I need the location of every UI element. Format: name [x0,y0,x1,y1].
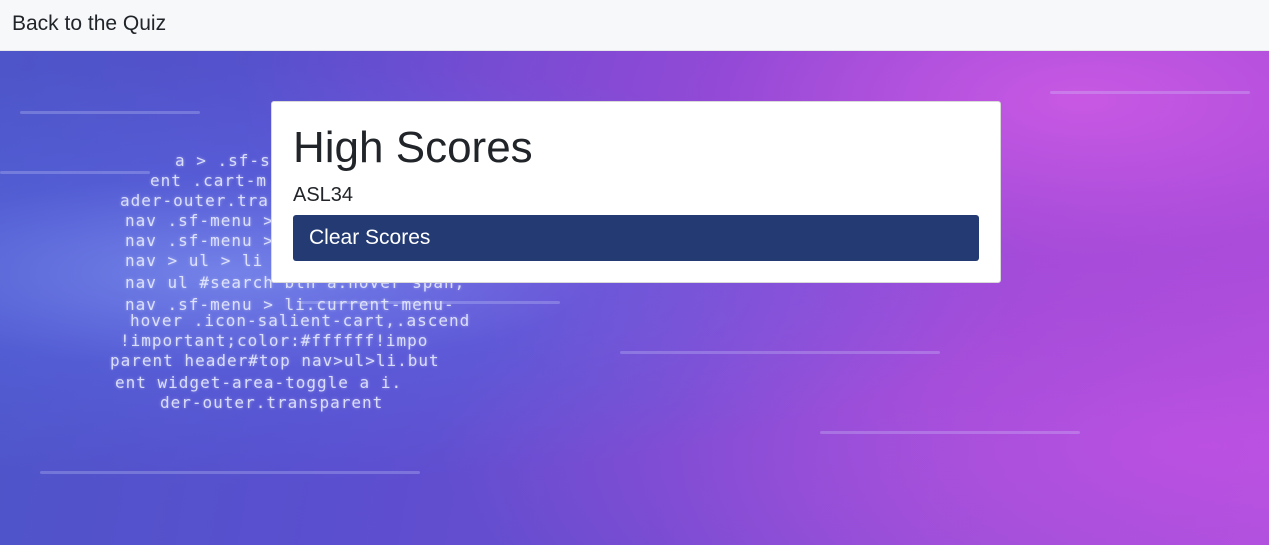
code-line: parent header#top nav>ul>li.but [110,351,440,370]
code-line: ader-outer.tra [120,191,269,210]
code-line: !important;color:#ffffff!impo [120,331,429,350]
code-line: nav .sf-menu > [125,211,274,230]
score-entry: ASL34 [293,184,354,206]
high-scores-card: High Scores ASL34 Clear Scores [271,101,1001,283]
code-line: nav > ul > li [125,251,264,270]
blur-streak [1050,91,1250,94]
blur-streak [820,431,1080,434]
back-to-quiz-link[interactable]: Back to the Quiz [12,12,166,36]
blur-streak [40,471,420,474]
top-navbar: Back to the Quiz [0,0,1269,51]
code-line: hover .icon-salient-cart,.ascend [130,311,471,330]
code-line: nav .sf-menu > [125,231,274,250]
blur-streak [620,351,940,354]
blur-streak [0,171,150,174]
code-line: ent .cart-m [150,171,267,190]
code-line: ent widget-area-toggle a i. [115,373,403,392]
page: Back to the Quiz a > .sf-s ent .cart-m a… [0,0,1269,545]
page-title: High Scores [293,123,533,172]
clear-scores-button[interactable]: Clear Scores [293,215,979,261]
code-line: der-outer.transparent [160,393,384,412]
code-line: a > .sf-s [175,151,271,170]
blur-streak [20,111,200,114]
